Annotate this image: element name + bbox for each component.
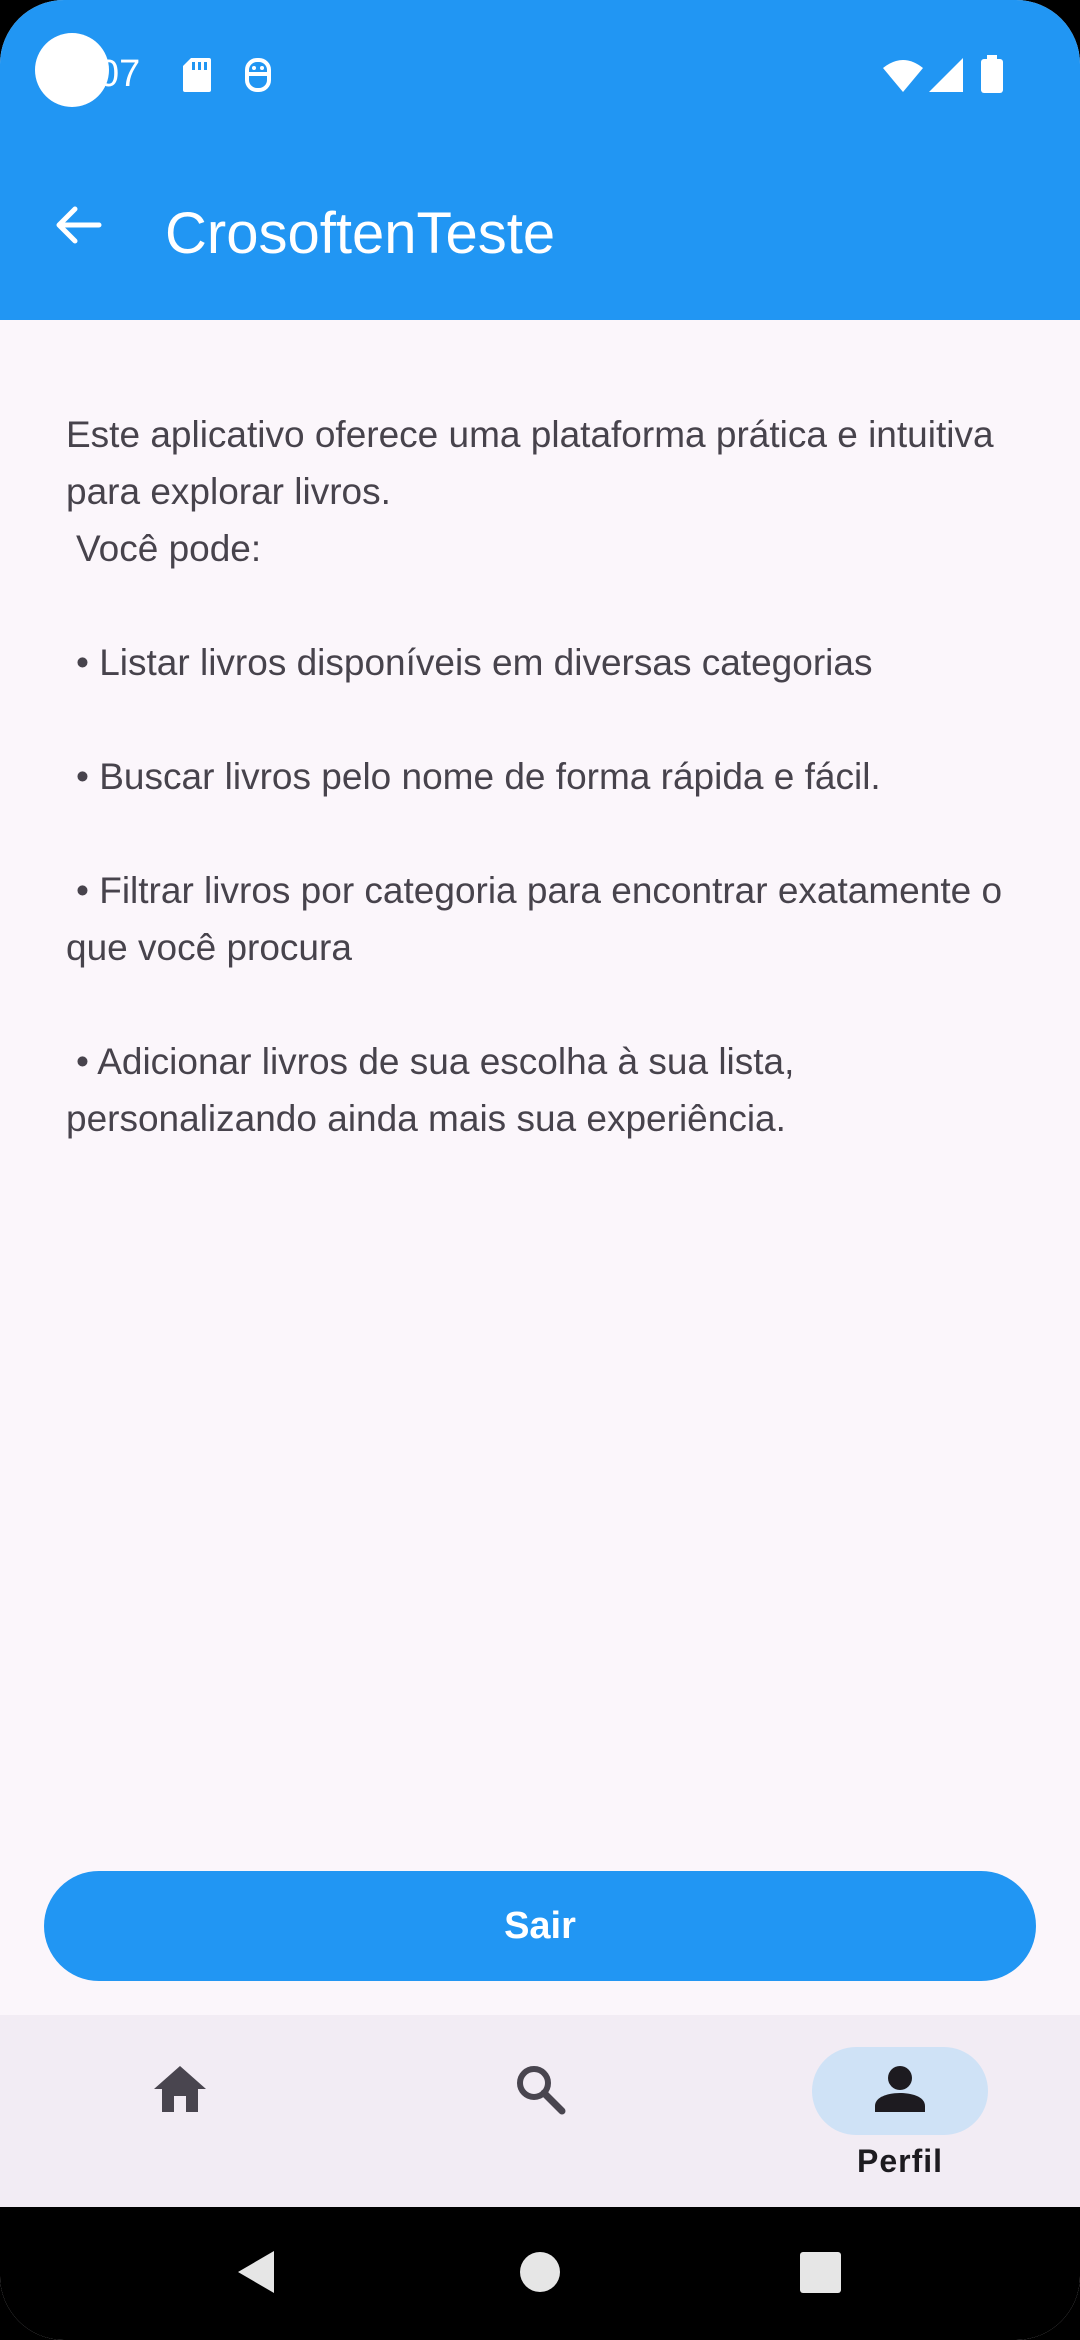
android-debug-icon xyxy=(244,56,272,99)
about-content: Este aplicativo oferece uma plataforma p… xyxy=(66,406,1016,1147)
status-bar: 07 xyxy=(0,0,1080,148)
recents-square-icon[interactable] xyxy=(800,2252,841,2298)
nav-item-home[interactable] xyxy=(0,2015,360,2207)
feature-list-item: • Listar livros disponíveis em diversas … xyxy=(76,642,873,683)
home-circle-icon[interactable] xyxy=(519,2251,561,2298)
system-navigation-bar xyxy=(0,2207,1080,2340)
feature-filter-item: • Filtrar livros por categoria para enco… xyxy=(66,870,1003,968)
nav-item-profile[interactable]: Perfil xyxy=(720,2015,1080,2207)
feature-add-item: • Adicionar livros de sua escolha à sua … xyxy=(66,1041,795,1139)
app-title: CrosoftenTeste xyxy=(165,201,556,266)
sd-card-icon xyxy=(183,58,211,97)
nav-label-profile: Perfil xyxy=(856,2143,944,2179)
status-time: 07 xyxy=(98,53,141,95)
intro-text: Este aplicativo oferece uma plataforma p… xyxy=(66,414,994,512)
app-bar: CrosoftenTeste xyxy=(0,148,1080,320)
feature-search-item: • Buscar livros pelo nome de forma rápid… xyxy=(76,756,881,797)
back-button[interactable] xyxy=(40,190,114,264)
arrow-back-icon xyxy=(51,199,103,256)
signal-icon xyxy=(929,58,963,97)
search-icon xyxy=(514,2063,566,2120)
home-icon xyxy=(153,2064,207,2119)
intro-prompt: Você pode: xyxy=(76,528,262,569)
nav-item-search[interactable] xyxy=(360,2015,720,2207)
wifi-icon xyxy=(883,58,923,97)
phone-screen: 07 CrosoftenTeste Este aplicativo oferec… xyxy=(0,0,1080,2340)
person-icon xyxy=(875,2065,925,2117)
back-triangle-icon[interactable] xyxy=(236,2249,276,2300)
logout-button[interactable]: Sair xyxy=(44,1871,1036,1981)
battery-icon xyxy=(981,55,1003,98)
active-indicator xyxy=(812,2047,988,2135)
bottom-navigation: Perfil xyxy=(0,2015,1080,2207)
